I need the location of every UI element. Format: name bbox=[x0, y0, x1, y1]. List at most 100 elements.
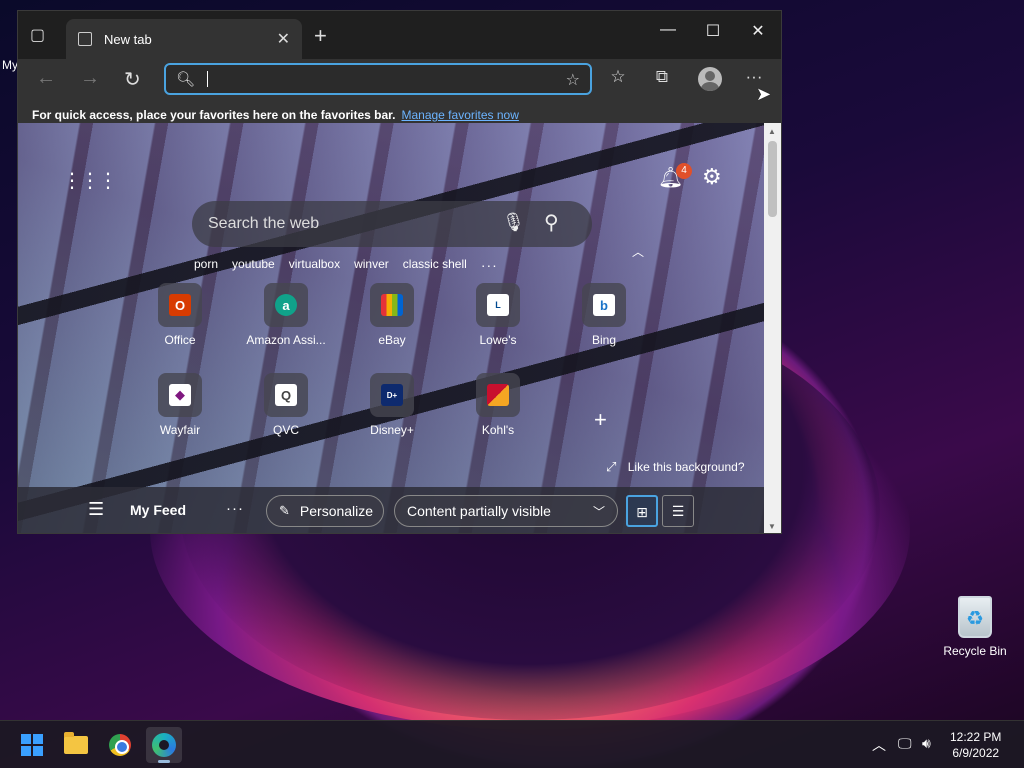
notifications-badge: 4 bbox=[676, 163, 692, 179]
recycle-bin[interactable]: Recycle Bin bbox=[940, 596, 1010, 658]
ebay-bag-icon bbox=[381, 294, 403, 316]
chevron-down-icon: ﹀ bbox=[592, 504, 605, 519]
new-tab-page: ⋮⋮⋮ 🔔︎ 4 ⚙ Search the web 🎙︎ ⚲ ︿ porn yo… bbox=[18, 123, 766, 533]
add-favorite-icon[interactable]: ☆ bbox=[566, 70, 580, 90]
search-placeholder: Search the web bbox=[208, 215, 320, 232]
list-layout-icon[interactable]: ☰ bbox=[662, 495, 694, 527]
edge-button[interactable] bbox=[146, 727, 182, 763]
pencil-icon: ✎ bbox=[279, 503, 290, 518]
back-button[interactable]: ← bbox=[36, 67, 56, 90]
wayfair-icon: ◆ bbox=[169, 384, 191, 406]
manage-favorites-link[interactable]: Manage favorites now bbox=[401, 108, 518, 122]
network-icon[interactable]: 🖵︎ bbox=[898, 735, 912, 752]
edge-window: ▢ New tab ✕ + — ☐ ✕ ← → ↻ 🔍︎ ☆ ☆ ⧉ ··· F… bbox=[17, 10, 782, 534]
quicklink-label: eBay bbox=[378, 333, 406, 347]
refresh-button[interactable]: ↻ bbox=[124, 67, 141, 92]
title-bar: ▢ New tab ✕ + — ☐ ✕ bbox=[18, 11, 781, 59]
clock-time: 12:22 PM bbox=[950, 730, 1002, 744]
quicklink-label: Kohl's bbox=[481, 423, 515, 437]
personalize-button[interactable]: ✎ Personalize bbox=[266, 495, 384, 527]
quicklink-lowes[interactable]: L Lowe's bbox=[443, 283, 553, 347]
like-background-label: Like this background? bbox=[627, 460, 745, 474]
show-hidden-icons-chevron-icon[interactable]: ︿ bbox=[872, 735, 886, 755]
scroll-down-icon[interactable]: ▼ bbox=[768, 522, 776, 531]
scrollbar-thumb[interactable] bbox=[768, 141, 777, 217]
profile-avatar[interactable] bbox=[698, 67, 722, 91]
amazon-icon: a bbox=[275, 294, 297, 316]
quicklink-label: Disney+ bbox=[370, 423, 414, 437]
quicklink-office[interactable]: O Office bbox=[125, 283, 235, 347]
microphone-icon[interactable]: 🎙︎ bbox=[502, 212, 525, 233]
office-icon: O bbox=[169, 294, 191, 316]
taskbar: ︿ 🖵︎ 🔊︎ 12:22 PM 6/9/2022 bbox=[0, 720, 1024, 768]
start-button[interactable] bbox=[14, 727, 50, 763]
app-launcher-icon[interactable]: ⋮⋮⋮ bbox=[62, 168, 118, 193]
chevron-up-icon[interactable]: ︿ bbox=[632, 243, 644, 260]
quicklink-label: QVC bbox=[272, 423, 299, 437]
quicklink-qvc[interactable]: Q QVC bbox=[231, 373, 341, 437]
minimize-button[interactable]: — bbox=[648, 21, 688, 39]
search-icon: 🔍︎ bbox=[176, 71, 196, 88]
clock-date: 6/9/2022 bbox=[952, 746, 1000, 760]
disney-plus-icon: D+ bbox=[381, 384, 403, 406]
suggestion-item[interactable]: porn bbox=[194, 257, 218, 273]
bing-icon: b bbox=[593, 294, 615, 316]
toolbar: ← → ↻ 🔍︎ ☆ ☆ ⧉ ··· bbox=[18, 59, 781, 99]
grid-layout-icon[interactable]: ⊞ bbox=[626, 495, 658, 527]
desktop-icon-label-partial[interactable]: My bbox=[2, 58, 18, 72]
suggestions-more-button[interactable]: ··· bbox=[481, 257, 498, 273]
quicklink-label: Wayfair bbox=[159, 423, 201, 437]
tab-actions-icon[interactable]: ▢ bbox=[30, 25, 54, 49]
web-search-box[interactable]: Search the web 🎙︎ ⚲ bbox=[192, 201, 592, 247]
my-feed-tab[interactable]: My Feed bbox=[130, 502, 186, 518]
clock[interactable]: 12:22 PM 6/9/2022 bbox=[950, 729, 1001, 761]
like-background-link[interactable]: ⤢ Like this background? bbox=[606, 459, 745, 475]
recycle-bin-icon bbox=[958, 596, 992, 638]
quicklink-amazon[interactable]: a Amazon Assi... bbox=[231, 283, 341, 347]
tab-new-tab[interactable]: New tab ✕ bbox=[66, 19, 302, 59]
chrome-button[interactable] bbox=[102, 727, 138, 763]
close-tab-icon[interactable]: ✕ bbox=[277, 29, 290, 49]
personalize-label: Personalize bbox=[299, 503, 374, 519]
quicklink-ebay[interactable]: eBay bbox=[337, 283, 447, 347]
search-suggestions: porn youtube virtualbox winver classic s… bbox=[194, 257, 498, 273]
volume-icon[interactable]: 🔊︎ bbox=[922, 735, 931, 752]
quicklink-label: Bing bbox=[591, 333, 617, 347]
favorites-bar-message: For quick access, place your favorites h… bbox=[32, 108, 396, 122]
feed-more-button[interactable]: ··· bbox=[226, 500, 244, 517]
quicklink-bing[interactable]: b Bing bbox=[549, 283, 659, 347]
suggestion-item[interactable]: classic shell bbox=[403, 257, 467, 273]
vertical-scrollbar[interactable]: ▲ ▼ bbox=[764, 123, 781, 533]
forward-button[interactable]: → bbox=[80, 67, 100, 90]
favorites-icon[interactable]: ☆ bbox=[606, 67, 630, 87]
folder-icon bbox=[64, 732, 88, 754]
content-visibility-value: Content partially visible bbox=[407, 503, 551, 519]
suggestion-item[interactable]: youtube bbox=[232, 257, 275, 273]
new-tab-button[interactable]: + bbox=[314, 23, 327, 49]
quicklink-label: Office bbox=[164, 333, 196, 347]
quicklink-wayfair[interactable]: ◆ Wayfair bbox=[125, 373, 235, 437]
kohls-icon bbox=[487, 384, 509, 406]
lowes-icon: L bbox=[487, 294, 509, 316]
address-input[interactable] bbox=[207, 71, 548, 87]
maximize-button[interactable]: ☐ bbox=[693, 21, 733, 41]
quicklink-kohls[interactable]: Kohl's bbox=[443, 373, 553, 437]
suggestion-item[interactable]: winver bbox=[354, 257, 389, 273]
hamburger-menu-icon[interactable]: ☰ bbox=[88, 499, 104, 520]
windows-logo-icon bbox=[21, 734, 43, 756]
active-indicator bbox=[158, 760, 170, 763]
add-quicklink-plus-icon[interactable]: + bbox=[594, 407, 607, 433]
tab-title: New tab bbox=[104, 31, 152, 47]
quicklink-disney-plus[interactable]: D+ Disney+ bbox=[337, 373, 447, 437]
content-visibility-dropdown[interactable]: Content partially visible ﹀ bbox=[394, 495, 618, 527]
search-icon[interactable]: ⚲ bbox=[544, 210, 559, 235]
address-bar[interactable]: 🔍︎ ☆ bbox=[164, 63, 592, 95]
close-window-button[interactable]: ✕ bbox=[738, 21, 778, 41]
file-explorer-button[interactable] bbox=[58, 727, 94, 763]
page-settings-gear-icon[interactable]: ⚙ bbox=[702, 164, 722, 190]
scroll-up-icon[interactable]: ▲ bbox=[768, 127, 776, 136]
expand-icon: ⤢ bbox=[606, 459, 617, 474]
suggestion-item[interactable]: virtualbox bbox=[289, 257, 340, 273]
mouse-pointer-icon: ➤ bbox=[756, 84, 772, 104]
collections-icon[interactable]: ⧉ bbox=[650, 67, 674, 87]
